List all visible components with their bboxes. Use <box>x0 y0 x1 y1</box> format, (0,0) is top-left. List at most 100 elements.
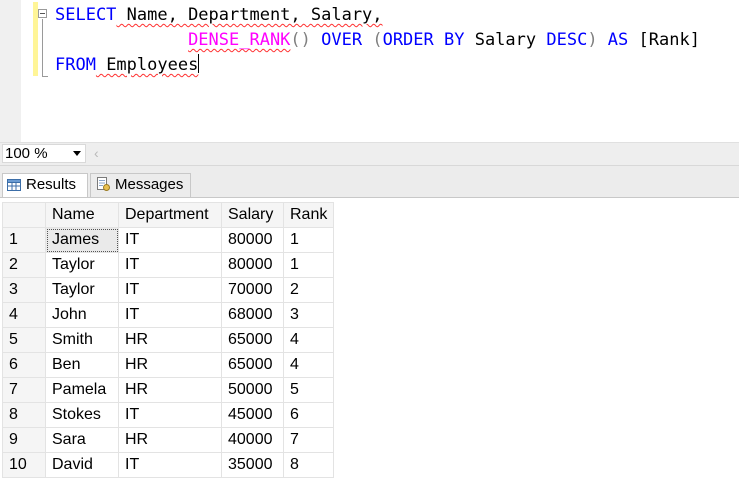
collapse-icon[interactable] <box>38 9 47 18</box>
tab-messages[interactable]: Messages <box>90 173 191 197</box>
row-number[interactable]: 1 <box>2 227 46 253</box>
column-header-department[interactable]: Department <box>118 202 222 228</box>
row-number[interactable]: 7 <box>2 377 46 403</box>
keyword-desc: DESC <box>546 30 588 50</box>
row-number[interactable]: 9 <box>2 427 46 453</box>
row-number[interactable]: 5 <box>2 327 46 353</box>
row-number[interactable]: 10 <box>2 452 46 478</box>
cell-department[interactable]: IT <box>118 252 222 278</box>
column-header-rank[interactable]: Rank <box>283 202 334 228</box>
cell-department[interactable]: HR <box>118 327 222 353</box>
code-line-3[interactable]: FROM Employees <box>55 53 200 78</box>
zoom-bar: 100 % ‹ <box>0 142 739 165</box>
code-line-2[interactable]: DENSE_RANK() OVER (ORDER BY Salary DESC)… <box>55 28 700 53</box>
cell-department[interactable]: IT <box>118 302 222 328</box>
code-line-1[interactable]: SELECT Name, Department, Salary, <box>55 3 383 28</box>
results-tab-bar: Results Messages <box>0 165 739 198</box>
cell-rank[interactable]: 8 <box>283 452 334 478</box>
column-header-salary[interactable]: Salary <box>221 202 284 228</box>
cell-name[interactable]: Smith <box>45 327 119 353</box>
tab-results-label: Results <box>26 176 77 193</box>
cell-department[interactable]: IT <box>118 452 222 478</box>
outline-line <box>42 19 43 77</box>
messages-icon <box>96 176 110 197</box>
zoom-value: 100 % <box>5 145 48 162</box>
editor-gutter <box>0 0 21 142</box>
results-grid[interactable]: Name Department Salary Rank 1 James IT 8… <box>2 202 334 478</box>
cell-salary[interactable]: 70000 <box>221 277 284 303</box>
zoom-select[interactable]: 100 % <box>2 144 86 163</box>
table-name: Employees <box>95 55 199 75</box>
table-row: 6 Ben HR 65000 4 <box>2 352 334 378</box>
cell-salary[interactable]: 45000 <box>221 402 284 428</box>
table-row: 1 James IT 80000 1 <box>2 227 334 253</box>
cell-rank[interactable]: 3 <box>283 302 334 328</box>
cell-name[interactable]: Sara <box>45 427 119 453</box>
cell-rank[interactable]: 4 <box>283 352 334 378</box>
keyword-order-by: ORDER BY <box>382 30 465 50</box>
keyword-over: OVER <box>310 30 373 50</box>
cell-department[interactable]: IT <box>118 402 222 428</box>
open-paren: ( <box>372 30 383 50</box>
chevron-left-icon[interactable]: ‹ <box>94 145 99 162</box>
cell-department[interactable]: IT <box>118 227 222 253</box>
function-parens: () <box>290 30 311 50</box>
cell-name[interactable]: Taylor <box>45 252 119 278</box>
chevron-down-icon[interactable] <box>73 151 81 156</box>
table-row: 9 Sara HR 40000 7 <box>2 427 334 453</box>
cell-department[interactable]: HR <box>118 352 222 378</box>
table-row: 5 Smith HR 65000 4 <box>2 327 334 353</box>
tab-results[interactable]: Results <box>2 173 88 197</box>
function-dense-rank: DENSE_RANK <box>188 30 291 50</box>
cell-department[interactable]: HR <box>118 377 222 403</box>
table-row: 4 John IT 68000 3 <box>2 302 334 328</box>
column-alias: [Rank] <box>638 30 700 50</box>
row-number[interactable]: 3 <box>2 277 46 303</box>
cell-rank[interactable]: 6 <box>283 402 334 428</box>
table-row: 3 Taylor IT 70000 2 <box>2 277 334 303</box>
cell-salary[interactable]: 65000 <box>221 352 284 378</box>
close-paren: ) <box>587 30 598 50</box>
cell-name[interactable]: Stokes <box>45 402 119 428</box>
cell-name[interactable]: James <box>45 227 119 253</box>
cell-name[interactable]: Ben <box>45 352 119 378</box>
row-number[interactable]: 6 <box>2 352 46 378</box>
outline-tick <box>42 76 48 77</box>
cell-salary[interactable]: 68000 <box>221 302 284 328</box>
cell-salary[interactable]: 80000 <box>221 252 284 278</box>
sql-editor[interactable]: SELECT Name, Department, Salary, DENSE_R… <box>0 0 739 142</box>
cell-rank[interactable]: 4 <box>283 327 334 353</box>
row-number[interactable]: 8 <box>2 402 46 428</box>
grid-corner[interactable] <box>2 202 46 228</box>
cell-name[interactable]: John <box>45 302 119 328</box>
results-grid-area: Name Department Salary Rank 1 James IT 8… <box>0 197 739 478</box>
keyword-as: AS <box>597 30 639 50</box>
order-column: Salary <box>464 30 547 50</box>
row-number[interactable]: 4 <box>2 302 46 328</box>
cell-name[interactable]: Taylor <box>45 277 119 303</box>
table-row: 8 Stokes IT 45000 6 <box>2 402 334 428</box>
cell-rank[interactable]: 7 <box>283 427 334 453</box>
grid-header-row: Name Department Salary Rank <box>2 202 334 228</box>
keyword-select: SELECT <box>55 5 117 25</box>
cell-salary[interactable]: 40000 <box>221 427 284 453</box>
tab-messages-label: Messages <box>115 176 184 193</box>
cell-rank[interactable]: 2 <box>283 277 334 303</box>
cell-salary[interactable]: 80000 <box>221 227 284 253</box>
table-row: 10 David IT 35000 8 <box>2 452 334 478</box>
cell-rank[interactable]: 1 <box>283 227 334 253</box>
table-row: 2 Taylor IT 80000 1 <box>2 252 334 278</box>
cell-rank[interactable]: 1 <box>283 252 334 278</box>
column-header-name[interactable]: Name <box>45 202 119 228</box>
row-number[interactable]: 2 <box>2 252 46 278</box>
cell-rank[interactable]: 5 <box>283 377 334 403</box>
cell-department[interactable]: IT <box>118 277 222 303</box>
cell-salary[interactable]: 50000 <box>221 377 284 403</box>
cell-name[interactable]: Pamela <box>45 377 119 403</box>
cell-salary[interactable]: 65000 <box>221 327 284 353</box>
cell-department[interactable]: HR <box>118 427 222 453</box>
text-caret <box>198 54 200 73</box>
select-columns: Name, Department, Salary, <box>116 5 383 25</box>
cell-salary[interactable]: 35000 <box>221 452 284 478</box>
cell-name[interactable]: David <box>45 452 119 478</box>
